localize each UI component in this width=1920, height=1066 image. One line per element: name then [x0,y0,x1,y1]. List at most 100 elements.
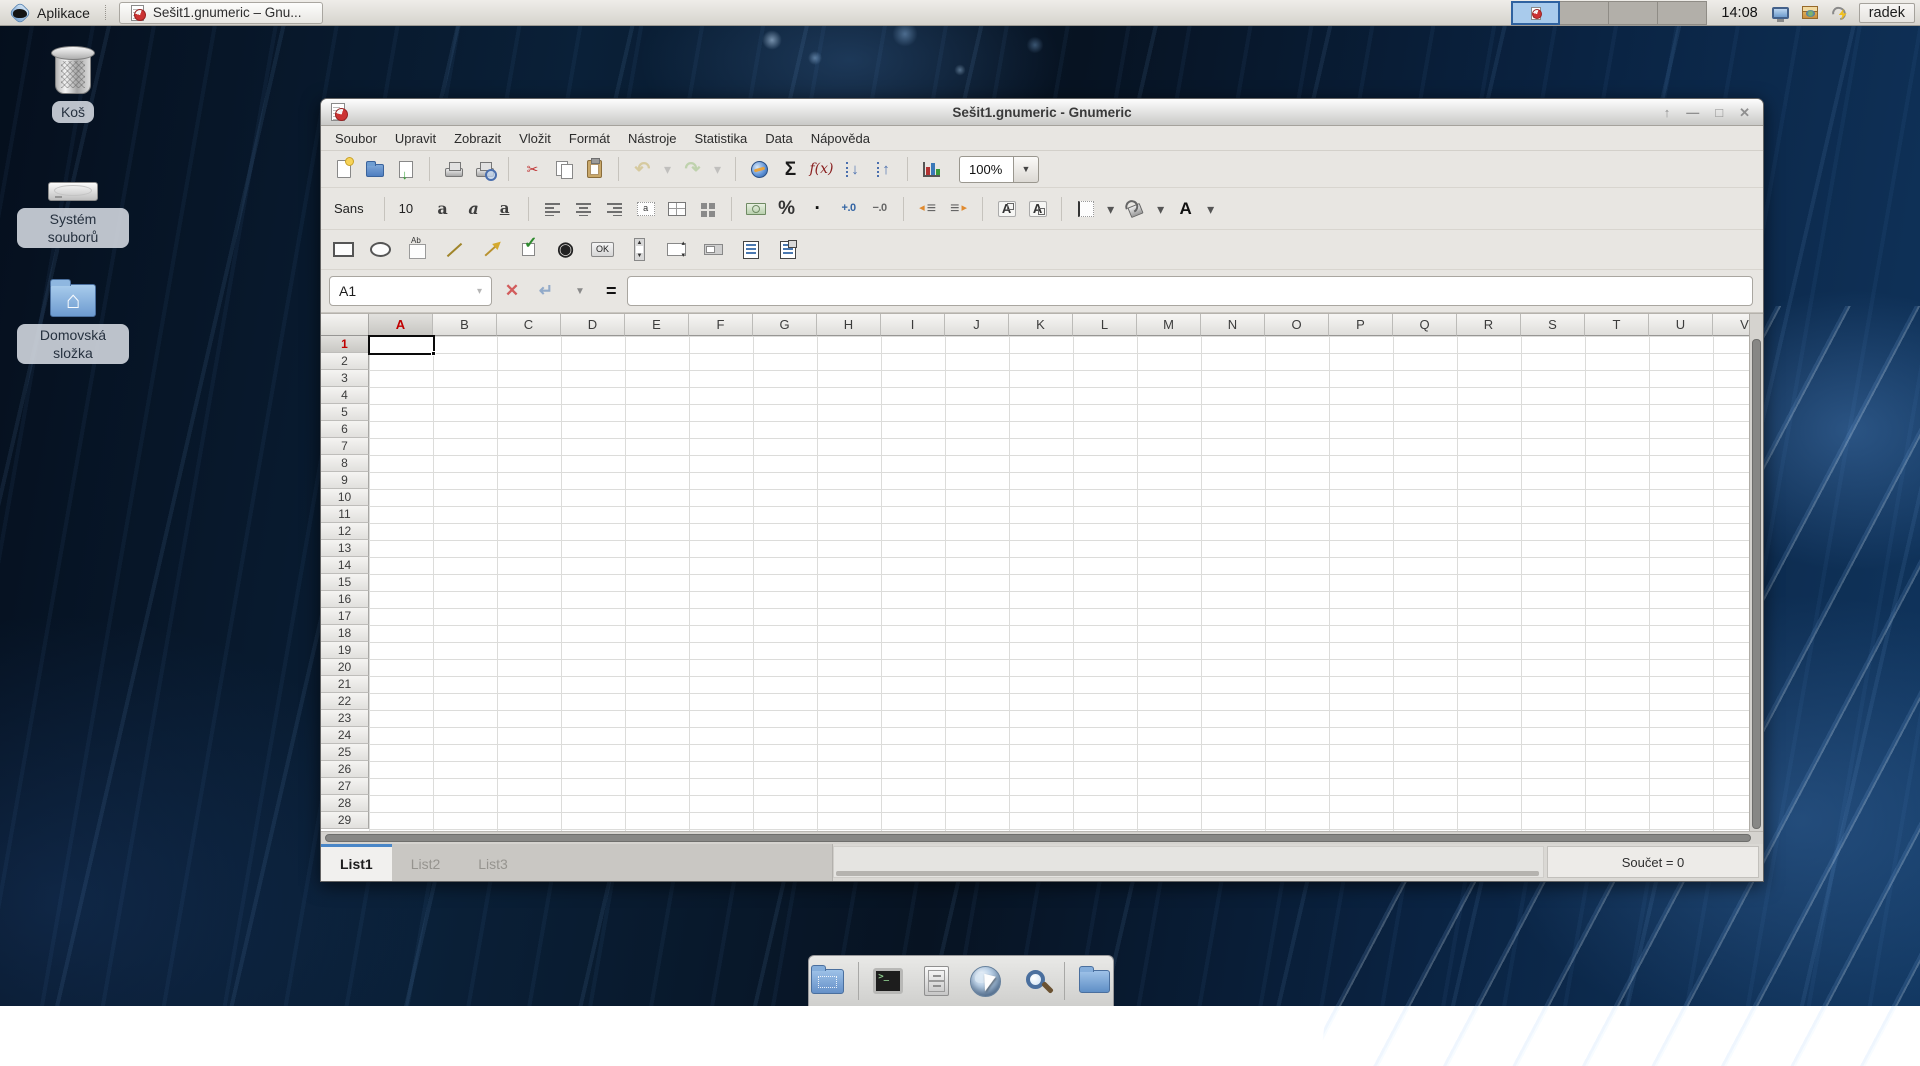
superscript-button[interactable]: A [991,195,1022,223]
save-file-button[interactable] [390,155,421,183]
panel-clock[interactable]: 14:08 [1721,5,1757,21]
web-browser-launcher[interactable] [967,961,1005,1001]
row-header-24[interactable]: 24 [321,727,369,744]
row-header-22[interactable]: 22 [321,693,369,710]
font-color-button[interactable]: A [1170,195,1201,223]
zoom-combobox[interactable]: 100% ▼ [959,156,1039,183]
accept-edit-button[interactable]: ↵ [532,277,560,305]
menu-item-vlozit[interactable]: Vložit [510,128,560,149]
folder-launcher[interactable] [1075,961,1113,1001]
insert-line-button[interactable] [439,236,470,264]
menu-item-statistika[interactable]: Statistika [685,128,756,149]
menu-item-nastroje[interactable]: Nástroje [619,128,685,149]
new-file-button[interactable] [328,155,359,183]
insert-arrow-button[interactable] [476,236,507,264]
fill-handle[interactable] [431,351,436,356]
workspace-1[interactable] [1511,1,1560,25]
insert-frame-button[interactable] [402,236,433,264]
file-manager-launcher[interactable] [918,961,956,1001]
insert-checkbox-button[interactable] [513,236,544,264]
column-header-b[interactable]: B [433,314,497,336]
insert-chart-button[interactable] [916,155,947,183]
sum-button[interactable]: Σ [775,155,806,183]
column-header-l[interactable]: L [1073,314,1137,336]
insert-scrollbar-button[interactable] [624,236,655,264]
row-header-15[interactable]: 15 [321,574,369,591]
row-header-17[interactable]: 17 [321,608,369,625]
cancel-edit-button[interactable]: ✕ [498,277,526,305]
insert-radio-button-button[interactable]: ◉ [550,236,581,264]
insert-spinbutton-button[interactable] [661,236,692,264]
row-header-2[interactable]: 2 [321,353,369,370]
decrease-indent-button[interactable] [912,195,943,223]
column-header-t[interactable]: T [1585,314,1649,336]
subscript-button[interactable]: A [1022,195,1053,223]
font-color-menu-button[interactable]: ▾ [1201,195,1220,223]
row-header-7[interactable]: 7 [321,438,369,455]
row-header-28[interactable]: 28 [321,795,369,812]
decrease-decimals-button[interactable]: −.0 [864,195,895,223]
increase-decimals-button[interactable]: +.0 [833,195,864,223]
taskbar-window-button[interactable]: Sešit1.gnumeric – Gnu... [119,2,323,24]
row-header-5[interactable]: 5 [321,404,369,421]
workspace-3[interactable] [1609,1,1658,25]
undo-button[interactable]: ↶ [627,155,658,183]
menu-item-napoveda[interactable]: Nápověda [802,128,879,149]
menu-item-zobrazit[interactable]: Zobrazit [445,128,510,149]
thousands-separator-button[interactable]: · [802,195,833,223]
column-header-a[interactable]: A [369,314,433,336]
row-header-13[interactable]: 13 [321,540,369,557]
horizontal-scrollbar-thumb[interactable] [325,834,1751,842]
desktop-icon-kos[interactable]: Koš [14,52,132,123]
applications-menu-button[interactable]: Aplikace [0,0,100,25]
formula-input[interactable] [627,276,1753,306]
print-button[interactable] [438,155,469,183]
borders-button[interactable] [1070,195,1101,223]
column-header-q[interactable]: Q [1393,314,1457,336]
row-header-8[interactable]: 8 [321,455,369,472]
column-header-s[interactable]: S [1521,314,1585,336]
increase-indent-button[interactable] [943,195,974,223]
row-header-27[interactable]: 27 [321,778,369,795]
vertical-scrollbar-thumb[interactable] [1752,339,1761,829]
sheet-tab-list2[interactable]: List2 [392,844,460,881]
row-header-1[interactable]: 1 [321,336,369,353]
application-search-launcher[interactable] [1015,961,1053,1001]
font-name-selector[interactable]: Sans [328,201,376,216]
cut-button[interactable]: ✂ [517,155,548,183]
italic-button[interactable]: a [458,195,489,223]
redo-button[interactable]: ↷ [677,155,708,183]
column-header-j[interactable]: J [945,314,1009,336]
row-header-20[interactable]: 20 [321,659,369,676]
selected-cell-outline[interactable] [368,335,435,355]
background-color-menu-button[interactable]: ▾ [1151,195,1170,223]
package-manager-button[interactable] [1799,2,1821,24]
column-header-f[interactable]: F [689,314,753,336]
column-header-o[interactable]: O [1265,314,1329,336]
insert-hyperlink-button[interactable] [744,155,775,183]
select-all-corner[interactable] [321,314,369,336]
insert-button-button[interactable]: OK [587,236,618,264]
row-header-4[interactable]: 4 [321,387,369,404]
undo-menu-button[interactable]: ▾ [658,155,677,183]
insert-function-button[interactable]: f(x) [806,155,837,183]
desktop-icon-system-souboru[interactable]: Systém souborů [14,168,132,248]
menu-item-upravit[interactable]: Upravit [386,128,445,149]
column-header-d[interactable]: D [561,314,625,336]
align-center-button[interactable] [568,195,599,223]
format-as-money-button[interactable] [740,195,771,223]
column-header-c[interactable]: C [497,314,561,336]
background-color-button[interactable] [1120,195,1151,223]
insert-list-button[interactable] [735,236,766,264]
terminal-launcher[interactable] [869,961,907,1001]
insert-ellipse-button[interactable] [365,236,396,264]
column-header-i[interactable]: I [881,314,945,336]
shade-button[interactable]: ↑ [1664,106,1671,119]
horizontal-scrollbar[interactable] [321,831,1763,844]
align-left-button[interactable] [537,195,568,223]
insert-slider-button[interactable] [698,236,729,264]
tab-area-scrollbar[interactable] [836,871,1539,876]
equals-button[interactable]: = [606,281,617,302]
vertical-scrollbar[interactable] [1749,314,1763,831]
column-header-h[interactable]: H [817,314,881,336]
